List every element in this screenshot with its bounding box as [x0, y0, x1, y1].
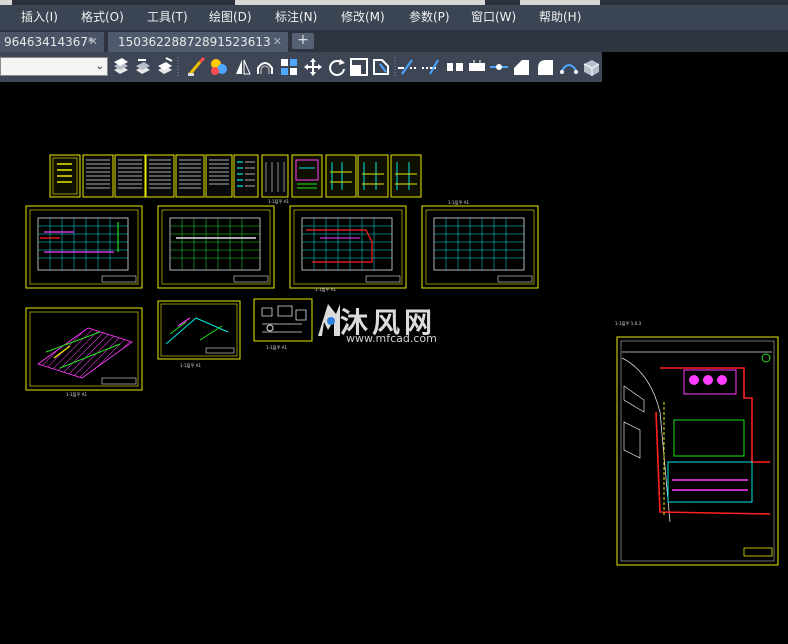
notes-sheet-3[interactable] [145, 154, 175, 198]
color-wheel-icon[interactable] [211, 59, 227, 75]
rotate-icon[interactable] [329, 59, 345, 76]
floor-plan-sheet-4[interactable] [421, 205, 539, 289]
tab-document-2[interactable]: 15036228872891523613 ✕ [108, 32, 288, 52]
offset-icon[interactable] [257, 62, 273, 74]
match-properties-icon[interactable] [188, 56, 206, 76]
layer-previous-icon[interactable] [158, 57, 173, 74]
chevron-down-icon[interactable]: ⌄ [96, 58, 104, 75]
layer-match-icon[interactable] [136, 59, 150, 74]
toolbar-icons [114, 56, 600, 77]
sheet-caption: 1-1层平 A1 [315, 287, 337, 292]
menu-help[interactable]: 帮助(H) [539, 8, 581, 25]
window-title-strip [0, 0, 788, 5]
menu-window[interactable]: 窗口(W) [471, 8, 516, 25]
document-tab-bar: 96463414367* ✕ 15036228872891523613 ✕ [0, 30, 788, 52]
blend-icon[interactable] [560, 64, 578, 74]
floor-plan-sheet-1[interactable] [25, 205, 143, 289]
menu-bar: 插入(I) 格式(O) 工具(T) 绘图(D) 标注(N) 修改(M) 参数(P… [0, 0, 788, 31]
menu-modify[interactable]: 修改(M) [341, 8, 385, 25]
menu-dimension[interactable]: 标注(N) [275, 8, 317, 25]
menu-parameters[interactable]: 参数(P) [409, 8, 450, 25]
trim-icon[interactable] [398, 59, 416, 75]
diagram-sheet-1[interactable] [291, 154, 323, 198]
diagram-sheet-2[interactable] [325, 154, 357, 198]
layer-state-icon[interactable] [114, 58, 128, 74]
detail-sheet-2[interactable] [253, 298, 313, 342]
layer-combo[interactable]: ⌄ [0, 57, 108, 76]
chamfer-icon[interactable] [514, 60, 529, 75]
close-icon[interactable]: ✕ [273, 32, 282, 52]
sheet-caption: 1-1层平 A1 [448, 200, 470, 205]
sheet-caption: 1-1层平 1:0.3 [615, 321, 642, 326]
floor-plan-sheet-2[interactable] [157, 205, 275, 289]
diagram-sheet-4[interactable] [390, 154, 422, 198]
tab-label: 15036228872891523613 [118, 35, 271, 49]
floor-plan-sheet-3[interactable] [289, 205, 407, 289]
legend-sheet[interactable] [233, 154, 259, 198]
sheet-caption: 1-1层平 A1 [266, 345, 288, 350]
system-sheet[interactable] [261, 154, 289, 198]
move-icon[interactable] [304, 58, 322, 76]
mirror-icon[interactable] [236, 59, 251, 75]
diagram-sheet-3[interactable] [357, 154, 389, 198]
sheet-caption: 1-1层平 A1 [180, 363, 202, 368]
menu-draw[interactable]: 绘图(D) [209, 8, 252, 25]
scale-icon[interactable] [350, 58, 368, 76]
break-at-point-icon[interactable] [490, 64, 508, 70]
site-plan-sheet[interactable] [616, 336, 779, 566]
fillet-icon[interactable] [538, 60, 553, 75]
sheet-caption: 1-1层平 A1 [268, 199, 290, 204]
extend-icon[interactable] [422, 59, 439, 75]
tab-document-1[interactable]: 96463414367* ✕ [0, 32, 104, 52]
new-tab-button[interactable]: + [292, 33, 314, 49]
drawing-content [25, 154, 779, 566]
sheet-caption: 1-1层平 A1 [66, 392, 88, 397]
notes-sheet-1[interactable] [82, 154, 114, 198]
cover-sheet[interactable] [49, 154, 81, 198]
axonometric-sheet[interactable] [25, 307, 143, 391]
notes-sheet-5[interactable] [205, 154, 233, 198]
join-icon[interactable] [469, 60, 485, 71]
tab-label: 96463414367* [4, 35, 94, 49]
watermark-url: www.mfcad.com [346, 332, 437, 345]
array-icon[interactable] [281, 59, 297, 75]
explode-icon[interactable] [583, 60, 600, 76]
notes-sheet-4[interactable] [175, 154, 205, 198]
menu-insert[interactable]: 插入(I) [21, 8, 58, 25]
menu-tools[interactable]: 工具(T) [147, 8, 188, 25]
break-icon[interactable] [447, 63, 463, 71]
stretch-icon[interactable] [373, 59, 389, 75]
notes-sheet-2[interactable] [114, 154, 146, 198]
menu-format[interactable]: 格式(O) [81, 8, 124, 25]
close-icon[interactable]: ✕ [89, 32, 98, 52]
detail-sheet-1[interactable] [157, 300, 241, 360]
